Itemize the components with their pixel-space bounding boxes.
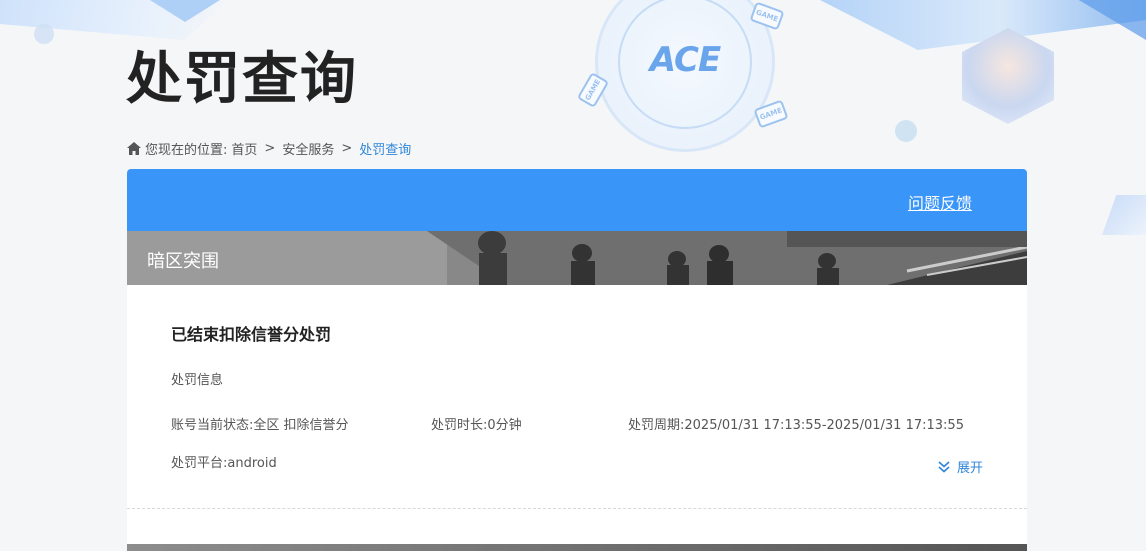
expand-button[interactable]: 展开 — [937, 457, 983, 476]
breadcrumb-item-security[interactable]: 安全服务 — [282, 139, 334, 158]
next-game-banner — [127, 544, 1027, 551]
expand-label: 展开 — [956, 461, 983, 476]
breadcrumb: 您现在的位置: 首页 > 安全服务 > 处罚查询 — [127, 139, 411, 158]
card-header: 问题反馈 — [127, 169, 1027, 231]
penalty-duration: 处罚时长:0分钟 — [431, 418, 522, 433]
character-portrait-image — [1102, 195, 1146, 235]
game-banner-image — [127, 231, 1027, 285]
ace-logo: ACE — [649, 40, 721, 80]
account-status: 账号当前状态:全区 扣除信誉分 — [171, 418, 349, 433]
breadcrumb-prefix: 您现在的位置: — [145, 143, 228, 158]
double-chevron-down-icon — [938, 460, 950, 473]
breadcrumb-item-home[interactable]: 首页 — [231, 139, 257, 158]
penalty-card: 问题反馈 暗区突围 已结束扣除信誉分处罚 处罚信息 账号当前状态:全区 扣除信誉… — [127, 169, 1027, 551]
home-icon — [127, 142, 141, 155]
page: ACE GAME GAME GAME 处罚查询 您现在的位置: 首页 > 安全服… — [0, 0, 1146, 551]
decorative-dot — [895, 120, 917, 142]
section-label: 处罚信息 — [171, 373, 224, 388]
character-portrait-image — [962, 28, 1054, 124]
page-title: 处罚查询 — [126, 47, 358, 112]
decorative-dot — [34, 24, 54, 44]
breadcrumb-separator: > — [264, 141, 276, 156]
game-banner: 暗区突围 — [127, 231, 1027, 285]
breadcrumb-separator: > — [341, 141, 353, 156]
info-row: 账号当前状态:全区 扣除信誉分 处罚时长:0分钟 处罚周期:2025/01/31… — [171, 414, 983, 433]
game-name: 暗区突围 — [147, 251, 219, 272]
penalty-platform: 处罚平台:android — [171, 456, 277, 471]
penalty-period: 处罚周期:2025/01/31 17:13:55-2025/01/31 17:1… — [628, 418, 964, 433]
breadcrumb-item-current: 处罚查询 — [359, 143, 412, 158]
penalty-record: 已结束扣除信誉分处罚 处罚信息 账号当前状态:全区 扣除信誉分 处罚时长:0分钟… — [127, 285, 1027, 509]
feedback-link[interactable]: 问题反馈 — [908, 190, 972, 214]
record-title: 已结束扣除信誉分处罚 — [171, 325, 332, 344]
